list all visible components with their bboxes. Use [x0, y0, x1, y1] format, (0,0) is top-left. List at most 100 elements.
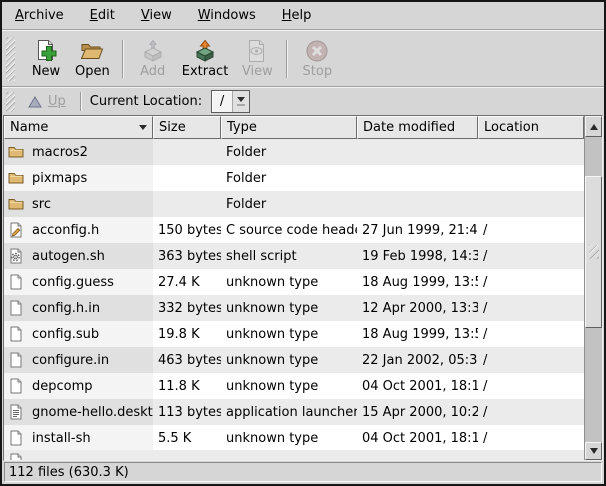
table-rows: macros2FolderpixmapsFoldersrcFolderaccon… — [4, 139, 584, 450]
table-row[interactable]: configure.in463 bytesunknown type22 Jan … — [4, 347, 584, 373]
locationbar-drag-handle[interactable] — [6, 92, 15, 112]
scroll-up-button[interactable] — [585, 116, 602, 137]
file-location-cell — [478, 139, 584, 165]
table-row[interactable]: src Folder — [4, 191, 584, 217]
file-type-cell: Folder — [221, 191, 357, 217]
script-icon — [8, 248, 26, 265]
extract-button[interactable]: Extract — [176, 36, 235, 81]
table-row[interactable]: install-sh5.5 Kunknown type04 Oct 2001, … — [4, 425, 584, 450]
table-row[interactable]: depcomp11.8 Kunknown type04 Oct 2001, 18… — [4, 373, 584, 399]
table-row-partial — [4, 450, 584, 460]
file-size-cell: 363 bytes — [153, 243, 221, 269]
stop-button-label: Stop — [303, 64, 333, 79]
file-name: pixmaps — [32, 171, 87, 186]
table-row[interactable]: gnome-hello.desktop113 bytesapplication … — [4, 399, 584, 425]
stop-button: Stop — [294, 36, 340, 81]
file-size-cell: 113 bytes — [153, 399, 221, 425]
column-header-name[interactable]: Name — [4, 116, 153, 139]
menu-help[interactable]: Help — [280, 5, 314, 26]
folder-icon — [8, 144, 26, 161]
file-name-cell[interactable]: src — [4, 191, 153, 217]
file-size-cell — [153, 191, 221, 217]
file-name-cell[interactable]: gnome-hello.desktop — [4, 399, 153, 425]
file-date-cell — [357, 191, 478, 217]
status-bar: 112 files (630.3 K) — [4, 462, 602, 482]
vertical-scrollbar[interactable] — [584, 116, 602, 460]
status-text: 112 files (630.3 K) — [9, 465, 129, 480]
file-name: config.sub — [32, 327, 99, 342]
column-header-location[interactable]: Location — [478, 116, 584, 139]
locationbar-separator — [80, 92, 82, 111]
view-button-label: View — [242, 64, 273, 79]
file-date-cell: 04 Oct 2001, 18:12 — [357, 425, 478, 450]
extract-button-label: Extract — [182, 64, 229, 79]
toolbar-separator — [286, 40, 288, 78]
file-date-cell: 27 Jun 1999, 21:49 — [357, 217, 478, 243]
column-header-type[interactable]: Type — [221, 116, 357, 139]
file-name-cell[interactable]: config.h.in — [4, 295, 153, 321]
menu-archive[interactable]: Archive — [13, 5, 66, 26]
table-row[interactable]: pixmapsFolder — [4, 165, 584, 191]
toolbar-separator — [122, 40, 124, 78]
file-name-cell[interactable]: macros2 — [4, 139, 153, 165]
table-row[interactable]: autogen.sh363 bytesshell script19 Feb 19… — [4, 243, 584, 269]
file-name-cell[interactable]: configure.in — [4, 347, 153, 373]
file-date-cell: 04 Oct 2001, 18:12 — [357, 373, 478, 399]
column-header-size[interactable]: Size — [153, 116, 221, 139]
file-location-cell: / — [478, 243, 584, 269]
toolbar: New Open Add Extract View Stop — [2, 31, 604, 86]
new-document-icon — [33, 38, 59, 63]
file-name-cell[interactable]: config.guess — [4, 269, 153, 295]
table-row[interactable]: config.h.in332 bytesunknown type12 Apr 2… — [4, 295, 584, 321]
scrollbar-thumb[interactable] — [585, 176, 602, 328]
table-row[interactable]: macros2Folder — [4, 139, 584, 165]
file-name: macros2 — [32, 145, 88, 160]
file-type-cell: application launcher — [221, 399, 357, 425]
file-name: configure.in — [32, 353, 109, 368]
file-name: config.guess — [32, 275, 114, 290]
open-folder-icon — [79, 38, 105, 63]
file-location-cell — [478, 165, 584, 191]
thumb-grip-icon — [589, 245, 599, 259]
file-size-cell: 27.4 K — [153, 269, 221, 295]
file-type-cell: unknown type — [221, 425, 357, 450]
menu-edit[interactable]: Edit — [88, 5, 117, 26]
column-header-date-modified[interactable]: Date modified — [357, 116, 478, 139]
file-name-cell[interactable]: pixmaps — [4, 165, 153, 191]
add-to-archive-icon — [140, 38, 166, 63]
toolbar-drag-handle[interactable] — [6, 37, 15, 81]
file-location-cell: / — [478, 269, 584, 295]
file-name-cell[interactable]: depcomp — [4, 373, 153, 399]
menu-view[interactable]: View — [139, 5, 174, 26]
new-button-label: New — [32, 64, 60, 79]
table-row[interactable]: config.sub19.8 Kunknown type18 Aug 1999,… — [4, 321, 584, 347]
location-bar: Up Current Location: / — [2, 88, 604, 115]
file-list: Name Size Type Date modified Location ma… — [3, 115, 603, 461]
view-button: View — [234, 36, 280, 81]
file-size-cell: 11.8 K — [153, 373, 221, 399]
new-button[interactable]: New — [23, 36, 69, 81]
file-size-cell: 5.5 K — [153, 425, 221, 450]
table-header: Name Size Type Date modified Location — [4, 116, 584, 139]
table-row[interactable]: config.guess27.4 Kunknown type18 Aug 199… — [4, 269, 584, 295]
location-combo[interactable]: / — [211, 90, 250, 113]
location-combo-value[interactable]: / — [212, 91, 233, 112]
scroll-down-button[interactable] — [585, 442, 602, 460]
file-name-cell[interactable]: config.sub — [4, 321, 153, 347]
menu-windows[interactable]: Windows — [196, 5, 258, 26]
document-icon — [8, 326, 26, 343]
table-row[interactable]: acconfig.h150 bytesC source code header2… — [4, 217, 584, 243]
file-name-cell[interactable]: acconfig.h — [4, 217, 153, 243]
file-date-cell: 12 Apr 2000, 13:36 — [357, 295, 478, 321]
file-type-cell: unknown type — [221, 295, 357, 321]
file-name-cell[interactable]: install-sh — [4, 425, 153, 450]
file-date-cell: 19 Feb 1998, 14:31 — [357, 243, 478, 269]
file-name-cell[interactable]: autogen.sh — [4, 243, 153, 269]
location-combo-dropdown[interactable] — [233, 91, 249, 112]
file-name: config.h.in — [32, 301, 100, 316]
file-size-cell: 19.8 K — [153, 321, 221, 347]
file-location-cell: / — [478, 373, 584, 399]
open-button[interactable]: Open — [69, 36, 116, 81]
document-icon — [8, 274, 26, 291]
file-type-cell: unknown type — [221, 373, 357, 399]
